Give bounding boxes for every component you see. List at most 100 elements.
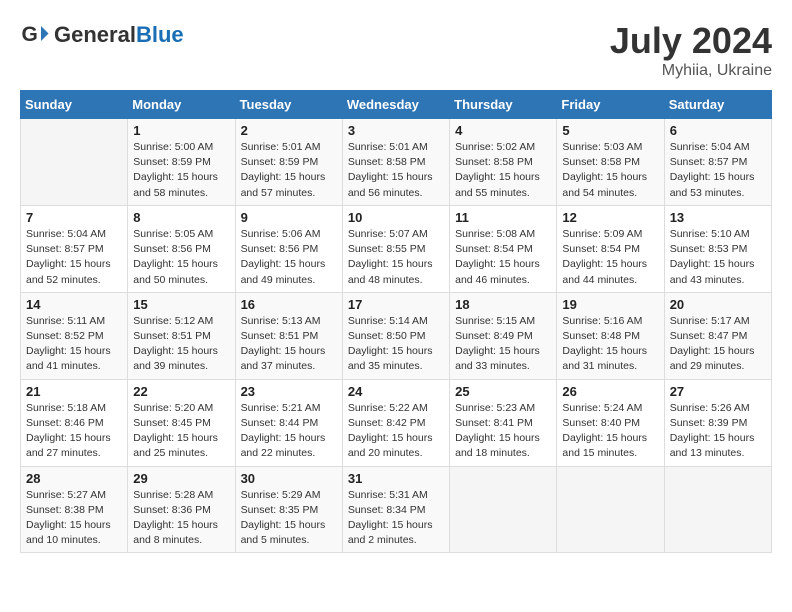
- calendar-week-row: 28Sunrise: 5:27 AM Sunset: 8:38 PM Dayli…: [21, 466, 772, 553]
- day-info: Sunrise: 5:31 AM Sunset: 8:34 PM Dayligh…: [348, 488, 444, 549]
- calendar-cell: 19 Sunrise: 5:16 AM Sunset: 8:48 PM Dayli…: [557, 292, 664, 379]
- day-number: 13: [670, 210, 766, 225]
- calendar-header-saturday: Saturday: [664, 91, 771, 119]
- calendar-week-row: 7Sunrise: 5:04 AM Sunset: 8:57 PM Daylig…: [21, 205, 772, 292]
- day-number: 12: [562, 210, 658, 225]
- calendar-header-tuesday: Tuesday: [235, 91, 342, 119]
- calendar-cell: 3 Sunrise: 5:01 AM Sunset: 8:58 PM Daylig…: [342, 119, 449, 206]
- calendar-cell: [557, 466, 664, 553]
- title-area: July 2024 Myhiia, Ukraine: [610, 20, 772, 80]
- logo-icon: G: [20, 20, 50, 50]
- day-number: 1: [133, 123, 229, 138]
- day-number: 23: [241, 384, 337, 399]
- calendar-header-monday: Monday: [128, 91, 235, 119]
- day-number: 25: [455, 384, 551, 399]
- calendar-cell: 11 Sunrise: 5:08 AM Sunset: 8:54 PM Dayli…: [450, 205, 557, 292]
- calendar-week-row: 21Sunrise: 5:18 AM Sunset: 8:46 PM Dayli…: [21, 379, 772, 466]
- day-number: 29: [133, 471, 229, 486]
- day-info: Sunrise: 5:22 AM Sunset: 8:42 PM Dayligh…: [348, 401, 444, 462]
- calendar-cell: 29Sunrise: 5:28 AM Sunset: 8:36 PM Dayli…: [128, 466, 235, 553]
- day-number: 11: [455, 210, 551, 225]
- calendar-cell: 1 Sunrise: 5:00 AM Sunset: 8:59 PM Daylig…: [128, 119, 235, 206]
- day-info: Sunrise: 5:20 AM Sunset: 8:45 PM Dayligh…: [133, 401, 229, 462]
- day-info: Sunrise: 5:10 AM Sunset: 8:53 PM Dayligh…: [670, 227, 766, 288]
- calendar-cell: [21, 119, 128, 206]
- day-info: Sunrise: 5:01 AM Sunset: 8:58 PM Dayligh…: [348, 140, 444, 201]
- location: Myhiia, Ukraine: [610, 62, 772, 80]
- calendar-cell: 14 Sunrise: 5:11 AM Sunset: 8:52 PM Dayli…: [21, 292, 128, 379]
- day-info: Sunrise: 5:12 AM Sunset: 8:51 PM Dayligh…: [133, 314, 229, 375]
- day-number: 24: [348, 384, 444, 399]
- day-info: Sunrise: 5:15 AM Sunset: 8:49 PM Dayligh…: [455, 314, 551, 375]
- calendar-cell: 4 Sunrise: 5:02 AM Sunset: 8:58 PM Daylig…: [450, 119, 557, 206]
- day-number: 14: [26, 297, 122, 312]
- day-number: 21: [26, 384, 122, 399]
- day-info: Sunrise: 5:29 AM Sunset: 8:35 PM Dayligh…: [241, 488, 337, 549]
- day-number: 19: [562, 297, 658, 312]
- calendar-cell: 22 Sunrise: 5:20 AM Sunset: 8:45 PM Dayli…: [128, 379, 235, 466]
- day-number: 7: [26, 210, 122, 225]
- calendar-cell: [450, 466, 557, 553]
- calendar-table: SundayMondayTuesdayWednesdayThursdayFrid…: [20, 90, 772, 553]
- calendar-header-wednesday: Wednesday: [342, 91, 449, 119]
- day-info: Sunrise: 5:08 AM Sunset: 8:54 PM Dayligh…: [455, 227, 551, 288]
- calendar-week-row: 1 Sunrise: 5:00 AM Sunset: 8:59 PM Daylig…: [21, 119, 772, 206]
- day-info: Sunrise: 5:06 AM Sunset: 8:56 PM Dayligh…: [241, 227, 337, 288]
- day-info: Sunrise: 5:00 AM Sunset: 8:59 PM Dayligh…: [133, 140, 229, 201]
- calendar-header-sunday: Sunday: [21, 91, 128, 119]
- calendar-header-friday: Friday: [557, 91, 664, 119]
- day-info: Sunrise: 5:11 AM Sunset: 8:52 PM Dayligh…: [26, 314, 122, 375]
- calendar-cell: 6 Sunrise: 5:04 AM Sunset: 8:57 PM Daylig…: [664, 119, 771, 206]
- calendar-cell: 23Sunrise: 5:21 AM Sunset: 8:44 PM Dayli…: [235, 379, 342, 466]
- day-info: Sunrise: 5:04 AM Sunset: 8:57 PM Dayligh…: [670, 140, 766, 201]
- day-number: 31: [348, 471, 444, 486]
- day-info: Sunrise: 5:07 AM Sunset: 8:55 PM Dayligh…: [348, 227, 444, 288]
- calendar-header-row: SundayMondayTuesdayWednesdayThursdayFrid…: [21, 91, 772, 119]
- day-number: 3: [348, 123, 444, 138]
- day-info: Sunrise: 5:01 AM Sunset: 8:59 PM Dayligh…: [241, 140, 337, 201]
- day-number: 2: [241, 123, 337, 138]
- day-number: 10: [348, 210, 444, 225]
- logo-text: GeneralBlue: [54, 22, 184, 48]
- day-number: 27: [670, 384, 766, 399]
- svg-text:G: G: [22, 23, 38, 46]
- month-year: July 2024: [610, 20, 772, 62]
- day-info: Sunrise: 5:09 AM Sunset: 8:54 PM Dayligh…: [562, 227, 658, 288]
- calendar-cell: 7Sunrise: 5:04 AM Sunset: 8:57 PM Daylig…: [21, 205, 128, 292]
- calendar-cell: 12 Sunrise: 5:09 AM Sunset: 8:54 PM Dayli…: [557, 205, 664, 292]
- calendar-cell: 8 Sunrise: 5:05 AM Sunset: 8:56 PM Daylig…: [128, 205, 235, 292]
- logo-general: General: [54, 22, 136, 47]
- day-info: Sunrise: 5:24 AM Sunset: 8:40 PM Dayligh…: [562, 401, 658, 462]
- calendar-cell: 21Sunrise: 5:18 AM Sunset: 8:46 PM Dayli…: [21, 379, 128, 466]
- calendar-cell: 18Sunrise: 5:15 AM Sunset: 8:49 PM Dayli…: [450, 292, 557, 379]
- calendar-cell: 27Sunrise: 5:26 AM Sunset: 8:39 PM Dayli…: [664, 379, 771, 466]
- day-info: Sunrise: 5:05 AM Sunset: 8:56 PM Dayligh…: [133, 227, 229, 288]
- day-number: 16: [241, 297, 337, 312]
- day-number: 17: [348, 297, 444, 312]
- calendar-cell: 20Sunrise: 5:17 AM Sunset: 8:47 PM Dayli…: [664, 292, 771, 379]
- day-info: Sunrise: 5:13 AM Sunset: 8:51 PM Dayligh…: [241, 314, 337, 375]
- calendar-cell: 25Sunrise: 5:23 AM Sunset: 8:41 PM Dayli…: [450, 379, 557, 466]
- day-number: 6: [670, 123, 766, 138]
- day-info: Sunrise: 5:27 AM Sunset: 8:38 PM Dayligh…: [26, 488, 122, 549]
- day-number: 4: [455, 123, 551, 138]
- calendar-cell: 31 Sunrise: 5:31 AM Sunset: 8:34 PM Dayli…: [342, 466, 449, 553]
- calendar-cell: 5Sunrise: 5:03 AM Sunset: 8:58 PM Daylig…: [557, 119, 664, 206]
- calendar-cell: 16 Sunrise: 5:13 AM Sunset: 8:51 PM Dayli…: [235, 292, 342, 379]
- calendar-cell: 26 Sunrise: 5:24 AM Sunset: 8:40 PM Dayli…: [557, 379, 664, 466]
- day-number: 30: [241, 471, 337, 486]
- day-number: 26: [562, 384, 658, 399]
- calendar-cell: 15 Sunrise: 5:12 AM Sunset: 8:51 PM Dayli…: [128, 292, 235, 379]
- day-number: 8: [133, 210, 229, 225]
- day-number: 5: [562, 123, 658, 138]
- day-number: 22: [133, 384, 229, 399]
- calendar-cell: [664, 466, 771, 553]
- day-info: Sunrise: 5:02 AM Sunset: 8:58 PM Dayligh…: [455, 140, 551, 201]
- calendar-cell: 17Sunrise: 5:14 AM Sunset: 8:50 PM Dayli…: [342, 292, 449, 379]
- calendar-cell: 24 Sunrise: 5:22 AM Sunset: 8:42 PM Dayli…: [342, 379, 449, 466]
- calendar-cell: 10 Sunrise: 5:07 AM Sunset: 8:55 PM Dayli…: [342, 205, 449, 292]
- day-info: Sunrise: 5:16 AM Sunset: 8:48 PM Dayligh…: [562, 314, 658, 375]
- calendar-cell: 9 Sunrise: 5:06 AM Sunset: 8:56 PM Daylig…: [235, 205, 342, 292]
- day-number: 15: [133, 297, 229, 312]
- day-number: 9: [241, 210, 337, 225]
